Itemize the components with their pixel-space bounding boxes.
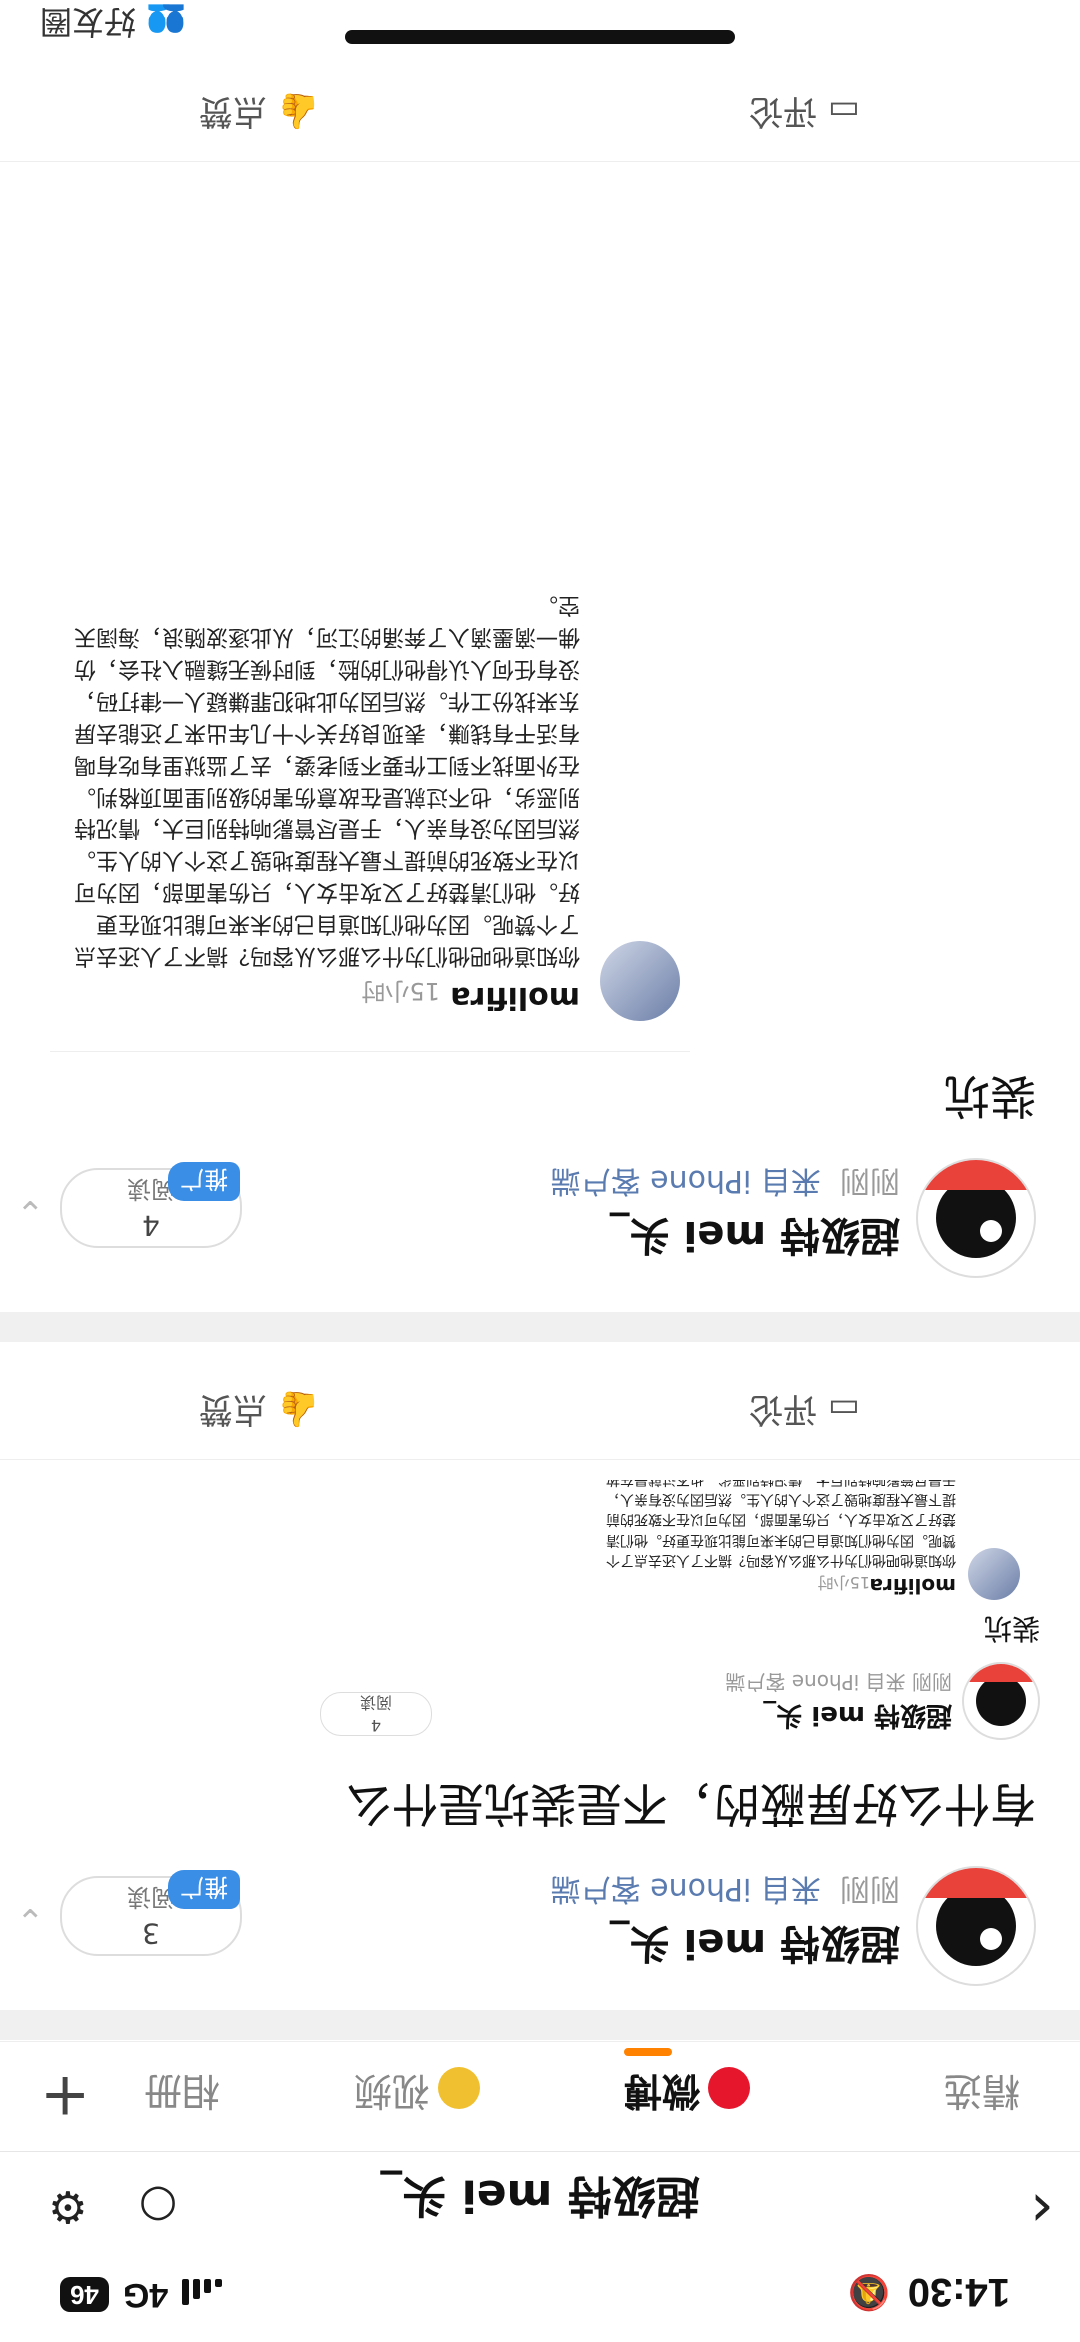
gear-icon[interactable]: ⚙ bbox=[40, 2178, 96, 2234]
inner-body: 你知道他吧他们为什么那么从容吗？搞不了人还去点了个赞呢。因为他们知道自己的未来可… bbox=[73, 592, 580, 968]
avatar[interactable] bbox=[916, 1158, 1036, 1278]
screen: 14:30 🔕 4G 46 ‹ 超级特 mei 头_ ○ ⚙ 精选 微博 视频 … bbox=[0, 0, 1080, 2342]
battery-icon: 46 bbox=[60, 2277, 109, 2312]
post-meta: 刚刚 来自 iPhone 客户端 bbox=[551, 1870, 900, 1914]
comment-label: 评论 bbox=[749, 1389, 818, 1429]
network-label: 4G bbox=[122, 2276, 169, 2314]
repost-reads-count: 4 bbox=[370, 1716, 382, 1735]
tab-video[interactable]: 视频 bbox=[354, 2067, 480, 2122]
profile-tabs: 精选 微博 视频 相册 + bbox=[0, 2041, 1080, 2152]
profile-header: ‹ 超级特 mei 头_ ○ ⚙ bbox=[0, 2151, 1080, 2262]
status-right: 4G 46 bbox=[60, 2275, 223, 2314]
search-icon[interactable]: ○ bbox=[130, 2178, 186, 2234]
like-button[interactable]: 👍 点赞 bbox=[199, 90, 320, 139]
tab-video-label: 视频 bbox=[353, 2069, 430, 2113]
post-source: 来自 iPhone 客户端 bbox=[550, 1871, 821, 1906]
chevron-down-icon[interactable]: ⌄ bbox=[16, 1192, 45, 1232]
reads-badge[interactable]: 4 阅读 推广 bbox=[60, 1162, 242, 1248]
promote-tag[interactable]: 推广 bbox=[168, 1870, 240, 1909]
repost-text: 装坑 bbox=[983, 1612, 1040, 1645]
reads-badge[interactable]: 3 阅读 推广 bbox=[60, 1870, 242, 1956]
post-actions: ▭ 评论 👍 点赞 bbox=[0, 71, 1080, 162]
repost-time: 刚刚 bbox=[912, 1670, 952, 1694]
inner-name: molifira bbox=[869, 1574, 956, 1598]
comment-button[interactable]: ▭ 评论 bbox=[749, 1388, 860, 1437]
inner-time: 15小时 bbox=[817, 1573, 870, 1592]
post-text: 装坑 bbox=[944, 1069, 1036, 1123]
repost-meta: 刚刚 来自 iPhone 客户端 bbox=[725, 1669, 952, 1698]
add-tab-icon[interactable]: + bbox=[40, 2062, 90, 2132]
reads-count: 3 bbox=[142, 1917, 160, 1950]
friends-circle-label: 好友圈 bbox=[40, 3, 137, 41]
inner-avatar bbox=[600, 941, 680, 1021]
repost-reads-label: 阅读 bbox=[360, 1693, 393, 1712]
chevron-down-icon[interactable]: ⌄ bbox=[16, 1900, 45, 1940]
post-username[interactable]: 超级特 mei 头_ bbox=[610, 1210, 900, 1268]
friends-circle-link[interactable]: 👥 好友圈 bbox=[40, 1, 186, 47]
repost-username: 超级特 mei 头_ bbox=[763, 1700, 952, 1730]
like-label: 点赞 bbox=[198, 1389, 267, 1429]
promote-tag[interactable]: 推广 bbox=[168, 1162, 240, 1201]
tab-active-indicator bbox=[624, 2048, 672, 2056]
post-card[interactable]: 超级特 mei 头_ 刚刚 来自 iPhone 客户端 3 阅读 推广 ⌄ 有什… bbox=[0, 1369, 1080, 2010]
comment-button[interactable]: ▭ 评论 bbox=[749, 90, 860, 139]
bell-muted-icon: 🔕 bbox=[847, 2272, 890, 2312]
embedded-image[interactable]: molifira 15小时 你知道他吧他们为什么那么从容吗？搞不了人还去点了个赞… bbox=[50, 521, 690, 1052]
weibo-logo-icon bbox=[708, 2067, 750, 2110]
status-time: 14:30 bbox=[907, 2270, 1010, 2314]
inner-body: 你知道他吧他们为什么那么从容吗？搞不了人还去点了个赞呢。因为他们知道自己的未来可… bbox=[606, 1480, 956, 1568]
post-username[interactable]: 超级特 mei 头_ bbox=[610, 1918, 900, 1976]
tab-album[interactable]: 相册 bbox=[144, 2067, 220, 2122]
separator bbox=[0, 1312, 1080, 1342]
avatar[interactable] bbox=[916, 1866, 1036, 1986]
tab-featured[interactable]: 精选 bbox=[944, 2067, 1020, 2122]
inner-name: molifira bbox=[450, 980, 580, 1015]
repost-reads: 4 阅读 bbox=[320, 1692, 432, 1736]
like-label: 点赞 bbox=[198, 91, 267, 131]
comment-label: 评论 bbox=[749, 91, 818, 131]
video-icon bbox=[438, 2067, 480, 2110]
inner-avatar bbox=[968, 1548, 1020, 1600]
post-text: 有什么好屏蔽的，不是装坑是什么 bbox=[346, 1777, 1036, 1831]
tab-weibo-label: 微博 bbox=[623, 2069, 700, 2113]
embedded-image[interactable]: 超级特 mei 头_ 刚刚 来自 iPhone 客户端 4 阅读 装坑 molif… bbox=[40, 1480, 1040, 1760]
post-actions: ▭ 评论 👍 点赞 bbox=[0, 1369, 1080, 1460]
like-button[interactable]: 👍 点赞 bbox=[199, 1388, 320, 1437]
reads-count: 4 bbox=[142, 1209, 160, 1242]
signal-icon bbox=[182, 2279, 223, 2310]
separator bbox=[0, 2010, 1080, 2040]
inner-time: 15小时 bbox=[361, 977, 440, 1005]
post-meta: 刚刚 来自 iPhone 客户端 bbox=[551, 1162, 900, 1206]
status-bar: 14:30 🔕 4G 46 bbox=[0, 2262, 1080, 2342]
post-time: 刚刚 bbox=[840, 1871, 900, 1906]
repost-avatar bbox=[962, 1662, 1040, 1740]
post-time: 刚刚 bbox=[840, 1163, 900, 1198]
post-card[interactable]: 超级特 mei 头_ 刚刚 来自 iPhone 客户端 4 阅读 推广 ⌄ 装坑… bbox=[0, 71, 1080, 1312]
repost-source: 来自 iPhone 客户端 bbox=[725, 1670, 906, 1694]
post-source: 来自 iPhone 客户端 bbox=[550, 1163, 821, 1198]
tab-weibo[interactable]: 微博 bbox=[624, 2067, 750, 2122]
home-indicator bbox=[345, 30, 735, 44]
